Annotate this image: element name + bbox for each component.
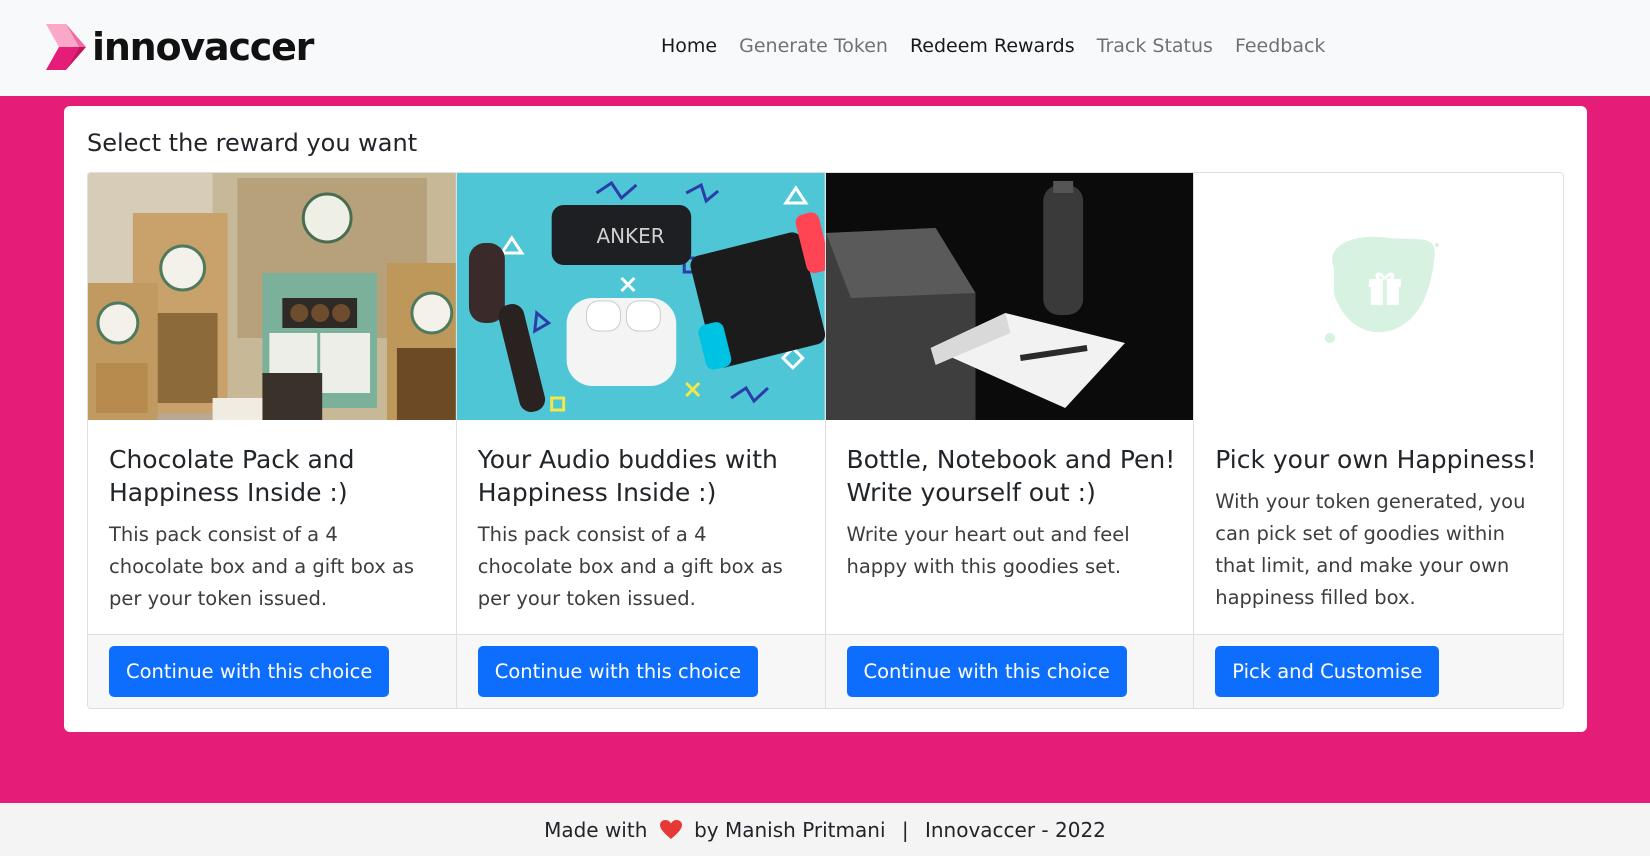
continue-choice-button[interactable]: Continue with this choice [477,646,759,697]
bottle-notebook-pen-image [825,173,1194,420]
audio-gadgets-image: ANKER [456,173,825,420]
heart-icon [659,820,682,839]
navbar: innovaccer Home Generate Token Redeem Re… [0,0,1650,96]
card-text: Write your heart out and feel happy with… [846,523,1130,578]
card-title: Your Audio buddies with Happiness Inside… [477,445,778,507]
footer-separator: | [901,818,909,842]
card-title: Bottle, Notebook and Pen! Write yourself… [846,445,1176,507]
rewards-panel: Select the reward you want Chocolate Pac… [64,106,1587,732]
page-title: Select the reward you want [87,129,418,157]
svg-text:ANKER: ANKER [596,224,664,248]
nav-track-status[interactable]: Track Status [1086,31,1224,61]
chocolate-pack-image [88,173,456,420]
reward-card-audio: ANKER Your Audio buddies with Happiness … [456,173,826,708]
brand-name: innovaccer [92,25,314,69]
reward-card-stationery: Bottle, Notebook and Pen! Write yourself… [825,173,1195,708]
card-footer: Pick and Customise [1194,634,1563,708]
card-title: Pick your own Happiness! [1215,445,1537,474]
nav-home[interactable]: Home [650,31,728,61]
nav-redeem-rewards[interactable]: Redeem Rewards [899,31,1086,61]
card-title: Chocolate Pack and Happiness Inside :) [109,445,355,507]
footer-author: by Manish Pritmani [694,818,886,842]
continue-choice-button[interactable]: Continue with this choice [109,646,390,697]
nav-feedback[interactable]: Feedback [1224,31,1336,61]
card-footer: Continue with this choice [456,634,825,708]
card-footer: Continue with this choice [88,634,456,708]
main-nav: Home Generate Token Redeem Rewards Track… [650,31,1336,61]
page-footer: Made with by Manish Pritmani | Innovacce… [0,803,1650,856]
reward-card-chocolate: Chocolate Pack and Happiness Inside :) T… [88,173,457,708]
gift-box-icon [1194,173,1563,420]
card-text: With your token generated, you can pick … [1215,490,1526,609]
continue-choice-button[interactable]: Continue with this choice [846,646,1127,697]
pick-customise-button[interactable]: Pick and Customise [1215,646,1440,697]
card-text: This pack consist of a 4 chocolate box a… [477,523,783,610]
innovaccer-logo-icon [46,24,86,70]
reward-card-custom: Pick your own Happiness! With your token… [1194,173,1563,708]
footer-made-with: Made with [544,818,648,842]
card-text: This pack consist of a 4 chocolate box a… [109,523,415,610]
nav-generate-token[interactable]: Generate Token [728,31,899,61]
rewards-card-deck: Chocolate Pack and Happiness Inside :) T… [87,172,1564,709]
card-footer: Continue with this choice [825,634,1194,708]
footer-company: Innovaccer - 2022 [924,818,1106,842]
brand[interactable]: innovaccer [46,22,314,72]
